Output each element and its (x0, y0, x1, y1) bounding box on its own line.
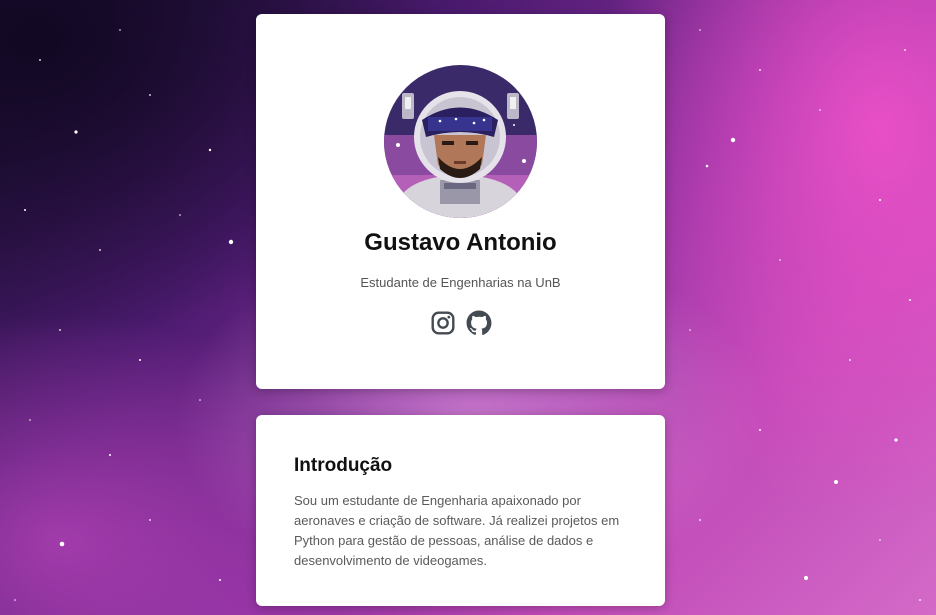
intro-title: Introdução (294, 455, 393, 476)
intro-card: Introdução Sou um estudante de Engenhari… (256, 415, 665, 606)
profile-name: Gustavo Antonio (364, 229, 557, 256)
github-link[interactable] (466, 310, 492, 336)
avatar (384, 65, 537, 218)
social-links (256, 310, 665, 336)
profile-subtitle: Estudante de Engenharias na UnB (360, 275, 561, 290)
instagram-icon (431, 311, 454, 335)
astronaut-avatar-icon (384, 65, 537, 218)
profile-card: Gustavo Antonio Estudante de Engenharias… (256, 14, 665, 389)
instagram-link[interactable] (430, 310, 456, 336)
github-icon (466, 310, 491, 336)
intro-text: Sou um estudante de Engenharia apaixonad… (294, 493, 620, 568)
